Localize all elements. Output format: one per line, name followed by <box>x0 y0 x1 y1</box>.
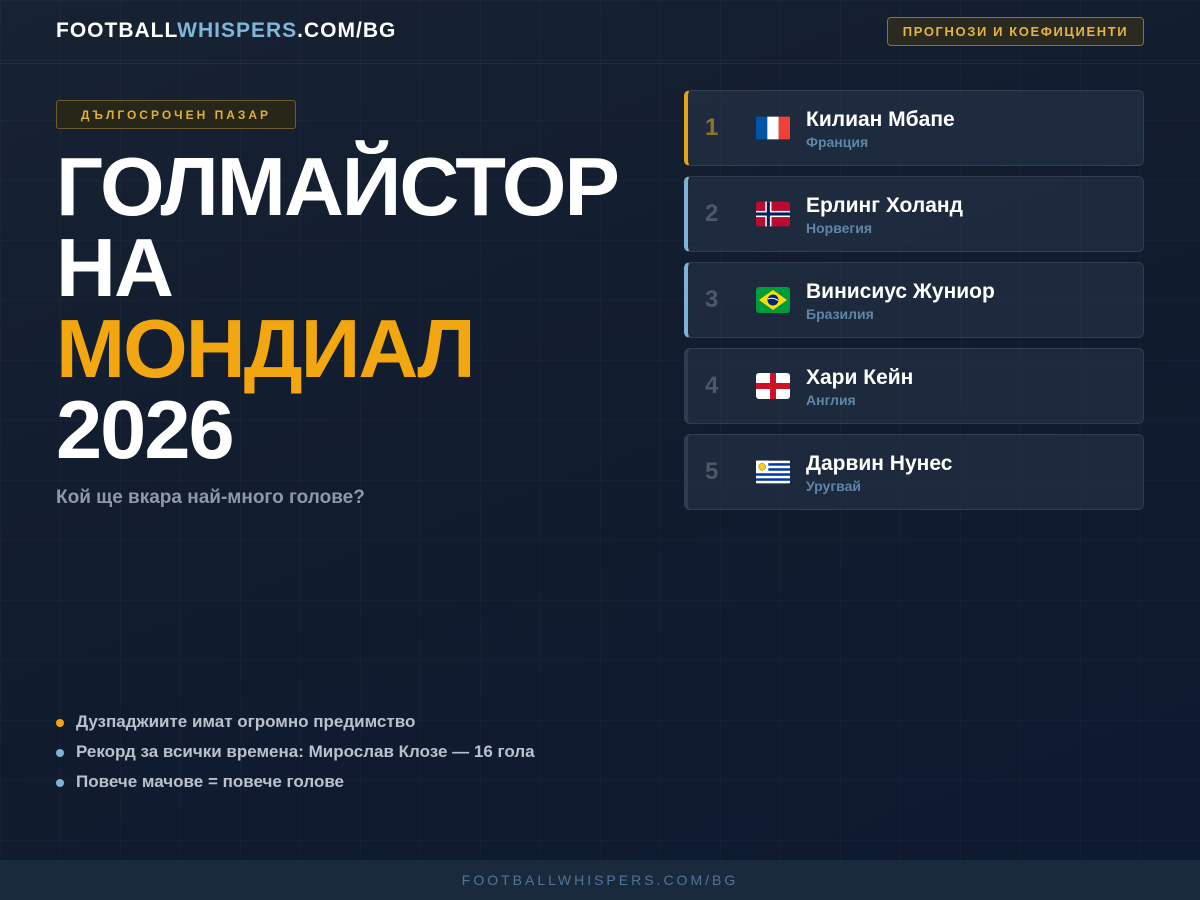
flag-brazil-icon <box>756 287 790 313</box>
title-line-2: НА <box>56 221 174 314</box>
player-name: Ерлинг Холанд <box>806 194 963 217</box>
market-tag: ДЪЛГОСРОЧЕН ПАЗАР <box>56 100 296 129</box>
player-country: Уругвай <box>806 478 861 494</box>
title-line-3: МОНДИАЛ <box>56 302 476 395</box>
player-name: Килиан Мбапе <box>806 108 955 131</box>
bullet-icon <box>56 779 64 787</box>
player-country: Франция <box>806 134 869 150</box>
ranking-item[interactable]: 4 Хари Кейн Англия <box>684 348 1144 424</box>
ranking-item[interactable]: 3 Винисиус Жуниор Бразилия <box>684 262 1144 338</box>
footer-bar: FOOTBALLWHISPERS.COM/BG <box>0 860 1200 900</box>
header-bar: FOOTBALLWHISPERS.COM/BG ПРОГНОЗИ И КОЕФИ… <box>0 0 1200 64</box>
ranking-item[interactable]: 5 Дарвин Нунес Уругвай <box>684 434 1144 510</box>
player-country: Англия <box>806 392 856 408</box>
flag-england-icon <box>756 373 790 399</box>
predictions-odds-button[interactable]: ПРОГНОЗИ И КОЕФИЦИЕНТИ <box>887 17 1144 46</box>
flag-uruguay-icon <box>756 459 790 485</box>
player-country: Бразилия <box>806 306 874 322</box>
title-line-4: 2026 <box>56 383 235 476</box>
ranking-item[interactable]: 2 Ерлинг Холанд Норвегия <box>684 176 1144 252</box>
flag-norway-icon <box>756 201 790 227</box>
list-item: Повече мачове = повече голове <box>56 772 535 802</box>
player-name: Винисиус Жуниор <box>806 280 995 303</box>
player-name: Дарвин Нунес <box>806 452 953 475</box>
list-item: Рекорд за всички времена: Мирослав Клозе… <box>56 742 535 772</box>
ranking-item[interactable]: 1 Килиан Мбапе Франция <box>684 90 1144 166</box>
fact-text: Повече мачове = повече голове <box>76 772 345 791</box>
rank-number: 3 <box>705 286 719 313</box>
player-country: Норвегия <box>806 220 873 236</box>
fact-text: Дузпаджиите имат огромно предимство <box>76 712 416 731</box>
bullet-icon <box>56 749 64 757</box>
player-name: Хари Кейн <box>806 366 914 389</box>
list-item: Дузпаджиите имат огромно предимство <box>56 712 535 742</box>
rank-number: 4 <box>705 372 719 399</box>
page-title: ГОЛМАЙСТОР НА МОНДИАЛ 2026 <box>56 140 620 476</box>
bullet-icon <box>56 719 64 727</box>
rank-number: 1 <box>705 114 719 141</box>
logo-text-football: FOOTBALL <box>56 19 178 42</box>
footer-link[interactable]: FOOTBALLWHISPERS.COM/BG <box>462 872 738 888</box>
rank-number: 2 <box>705 200 719 227</box>
key-facts-list: Дузпаджиите имат огромно предимство Реко… <box>56 712 535 802</box>
title-line-1: ГОЛМАЙСТОР <box>56 140 620 233</box>
page-subtitle: Кой ще вкара най-много голове? <box>56 487 365 508</box>
logo-text-domain: .COM/BG <box>297 19 397 42</box>
fact-text: Рекорд за всички времена: Мирослав Клозе… <box>76 742 535 761</box>
flag-france-icon <box>756 115 790 141</box>
site-logo[interactable]: FOOTBALLWHISPERS.COM/BG <box>56 19 396 43</box>
logo-text-whispers: WHISPERS <box>177 19 298 42</box>
rank-number: 5 <box>705 458 719 485</box>
scorer-ranking-list: 1 Килиан Мбапе Франция 2 Ерлинг Холанд Н… <box>684 90 1144 520</box>
